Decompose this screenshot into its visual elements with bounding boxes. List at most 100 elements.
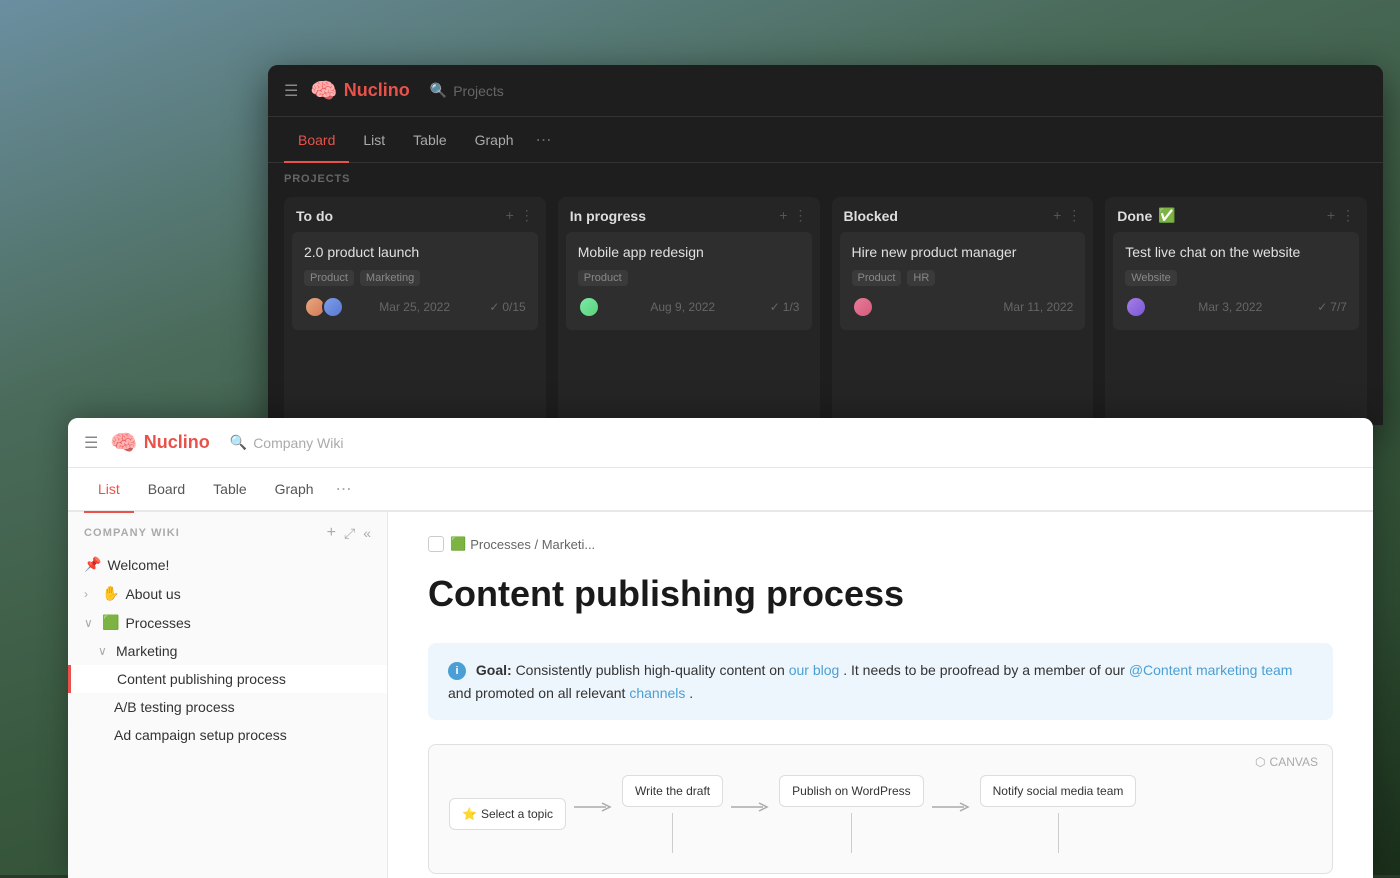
sidebar-ad-campaign-label: Ad campaign setup process <box>114 727 371 743</box>
col-menu-inprogress[interactable]: ⋮ <box>794 207 808 224</box>
flow-step-box-4[interactable]: Notify social media team <box>980 775 1137 807</box>
card-footer: Mar 11, 2022 <box>852 296 1074 318</box>
info-box: i Goal: Consistently publish high-qualit… <box>428 643 1333 720</box>
col-title-done: Done ✅ <box>1117 207 1175 224</box>
chevron-down-icon[interactable]: ∨ <box>84 616 98 630</box>
card-avatars <box>852 296 870 318</box>
col-menu-todo[interactable]: ⋮ <box>520 207 534 224</box>
tab-graph-bottom[interactable]: Graph <box>261 467 328 511</box>
breadcrumb-link[interactable]: 🟩 Processes / Marketi... <box>450 536 595 552</box>
sidebar-item-ad-campaign[interactable]: Ad campaign setup process <box>68 721 387 749</box>
bottom-header: ☰ 🧠 Nuclino 🔍 Company Wiki <box>68 418 1373 468</box>
col-actions-done: + ⋮ <box>1327 207 1355 224</box>
green-square-icon-small: 🟩 <box>450 536 466 552</box>
col-header-inprogress: In progress + ⋮ <box>558 197 820 232</box>
flow-step-box-3[interactable]: Publish on WordPress <box>779 775 924 807</box>
sidebar-item-welcome[interactable]: 📌 Welcome! <box>68 550 387 579</box>
bottom-search-label: Company Wiki <box>253 435 343 451</box>
col-title-blocked: Blocked <box>844 208 898 224</box>
flow-step-label-3: Publish on WordPress <box>792 784 911 798</box>
kanban-col-inprogress: In progress + ⋮ Mobile app redesign Prod… <box>558 197 820 425</box>
col-header-todo: To do + ⋮ <box>284 197 546 232</box>
col-menu-blocked[interactable]: ⋮ <box>1067 207 1081 224</box>
breadcrumb-checkbox[interactable] <box>428 536 444 552</box>
bottom-logo-text: Nuclino <box>144 432 210 453</box>
top-window: ☰ 🧠 Nuclino 🔍 Projects Board List Table … <box>268 65 1383 425</box>
sidebar-item-ab-testing[interactable]: A/B testing process <box>68 693 387 721</box>
flow-step-box-2[interactable]: Write the draft <box>622 775 723 807</box>
sidebar-item-processes[interactable]: ∨ 🟩 Processes <box>68 608 387 637</box>
tab-table[interactable]: Table <box>399 117 460 163</box>
tab-board-bottom[interactable]: Board <box>134 467 199 511</box>
card-avatars <box>578 296 596 318</box>
card-checklist: ✓ 1/3 <box>770 300 800 314</box>
info-text4: . <box>689 685 693 701</box>
sidebar-item-marketing[interactable]: ∨ Marketing <box>68 637 387 665</box>
card-footer: Mar 25, 2022 ✓ 0/15 <box>304 296 526 318</box>
col-add-blocked[interactable]: + <box>1053 207 1061 224</box>
card-title: Hire new product manager <box>852 244 1074 260</box>
col-add-inprogress[interactable]: + <box>779 207 787 224</box>
sidebar-add-icon[interactable]: + <box>327 524 336 542</box>
flow-step-label-1: Select a topic <box>481 807 553 821</box>
info-link-team[interactable]: @Content marketing team <box>1129 662 1293 678</box>
avatar <box>578 296 600 318</box>
sidebar-expand-icon[interactable]: ⤢ <box>344 525 355 542</box>
top-logo: 🧠 Nuclino <box>310 78 409 104</box>
avatar <box>852 296 874 318</box>
col-menu-done[interactable]: ⋮ <box>1341 207 1355 224</box>
card-footer: Aug 9, 2022 ✓ 1/3 <box>578 296 800 318</box>
card-live-chat[interactable]: Test live chat on the website Website Ma… <box>1113 232 1359 330</box>
card-mobile-app[interactable]: Mobile app redesign Product Aug 9, 2022 … <box>566 232 812 330</box>
sidebar-item-about[interactable]: › ✋ About us <box>68 579 387 608</box>
sidebar-header: COMPANY WIKI + ⤢ « <box>68 512 387 550</box>
more-tabs-bottom-icon[interactable]: ⋯ <box>328 479 360 499</box>
pin-icon: 📌 <box>84 556 101 573</box>
hamburger-bottom-icon[interactable]: ☰ <box>84 433 98 453</box>
flow-step-box-1[interactable]: ⭐ Select a topic <box>449 798 566 830</box>
sidebar-welcome-label: Welcome! <box>107 557 371 573</box>
tag-marketing: Marketing <box>360 270 420 286</box>
chevron-down-icon[interactable]: ∨ <box>98 644 112 658</box>
top-search[interactable]: 🔍 Projects <box>430 82 504 99</box>
top-search-label: Projects <box>453 83 504 99</box>
card-hire-pm[interactable]: Hire new product manager Product HR Mar … <box>840 232 1086 330</box>
sidebar-content-publishing-label: Content publishing process <box>117 671 371 687</box>
info-goal-label: Goal: <box>476 662 512 678</box>
sidebar-collapse-icon[interactable]: « <box>363 525 371 541</box>
col-header-blocked: Blocked + ⋮ <box>832 197 1094 232</box>
sidebar-item-content-publishing[interactable]: Content publishing process <box>68 665 387 693</box>
card-checklist: ✓ 0/15 <box>489 300 525 314</box>
top-header: ☰ 🧠 Nuclino 🔍 Projects <box>268 65 1383 117</box>
canvas-label: ⬡ CANVAS <box>1255 755 1318 769</box>
info-link-blog[interactable]: our blog <box>789 662 840 678</box>
col-add-done[interactable]: + <box>1327 207 1335 224</box>
card-product-launch[interactable]: 2.0 product launch Product Marketing Mar… <box>292 232 538 330</box>
info-text1: Consistently publish high-quality conten… <box>516 662 789 678</box>
content-area: 🟩 Processes / Marketi... Content publish… <box>388 512 1373 878</box>
info-icon: i <box>448 662 466 680</box>
bottom-search[interactable]: 🔍 Company Wiki <box>230 434 344 451</box>
sidebar-ab-testing-label: A/B testing process <box>114 699 371 715</box>
flow-arrow-3 <box>924 799 980 815</box>
tab-board[interactable]: Board <box>284 117 349 163</box>
flow-step-label-4: Notify social media team <box>993 784 1124 798</box>
tab-graph[interactable]: Graph <box>461 117 528 163</box>
col-add-todo[interactable]: + <box>506 207 514 224</box>
search-icon: 🔍 <box>430 82 447 99</box>
tab-list[interactable]: List <box>349 117 399 163</box>
avatar <box>1125 296 1147 318</box>
card-tags: Product Marketing <box>304 270 526 286</box>
chevron-right-icon[interactable]: › <box>84 587 98 601</box>
card-footer: Mar 3, 2022 ✓ 7/7 <box>1125 296 1347 318</box>
tab-list-bottom[interactable]: List <box>84 467 134 511</box>
card-checklist: ✓ 7/7 <box>1317 300 1347 314</box>
hamburger-menu-icon[interactable]: ☰ <box>284 81 298 101</box>
more-tabs-icon[interactable]: ⋯ <box>528 130 560 150</box>
info-link-channels[interactable]: channels <box>629 685 685 701</box>
vertical-line <box>672 813 673 853</box>
card-date: Aug 9, 2022 <box>650 300 715 314</box>
canvas-container: ⬡ CANVAS ⭐ Select a topic <box>428 744 1333 874</box>
tab-table-bottom[interactable]: Table <box>199 467 260 511</box>
tag-product: Product <box>304 270 354 286</box>
